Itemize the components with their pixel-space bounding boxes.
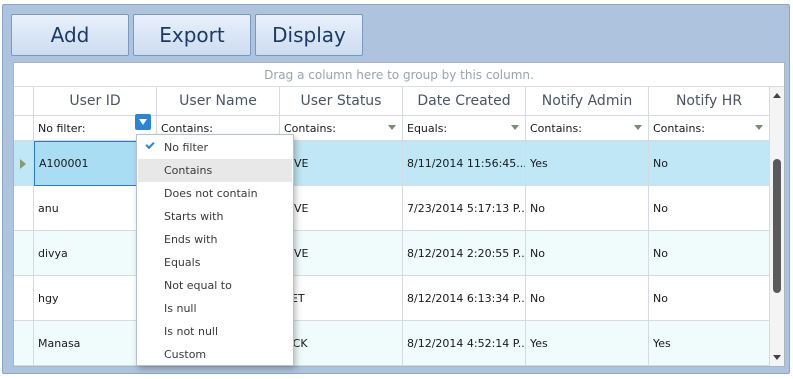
filter-option-is-null[interactable]: Is null (138, 297, 292, 320)
data-grid: Drag a column here to group by this colu… (13, 62, 785, 367)
filter-label: Contains: (161, 121, 213, 135)
filter-label: Contains: (653, 121, 705, 135)
row-indicator (14, 141, 34, 186)
cell-date-created[interactable]: 7/23/2014 5:17:13 P... (403, 186, 526, 231)
filter-funnel-icon[interactable] (388, 125, 396, 130)
cell-notify-admin[interactable]: No (526, 231, 649, 276)
row-indicator (14, 231, 34, 276)
group-by-panel[interactable]: Drag a column here to group by this colu… (14, 63, 784, 87)
filter-option-label: No filter (164, 141, 209, 154)
grid-window: Add Export Display Drag a column here to… (2, 4, 790, 374)
scrollbar-thumb[interactable] (773, 159, 781, 293)
checkmark-icon (145, 139, 155, 150)
scroll-up-arrow-icon[interactable] (773, 93, 781, 98)
cell-user-status[interactable]: OCK (280, 321, 403, 366)
column-header-user-name[interactable]: User Name (157, 87, 280, 116)
cell-notify-admin[interactable]: No (526, 276, 649, 321)
filter-option-not-equal-to[interactable]: Not equal to (138, 274, 292, 297)
export-button[interactable]: Export (133, 14, 251, 56)
header-indicator-cell (14, 87, 34, 116)
cell-date-created[interactable]: 8/12/2014 4:52:14 P... (403, 321, 526, 366)
filter-option-no-filter[interactable]: No filter (138, 136, 292, 159)
cell-date-created[interactable]: 8/12/2014 6:13:34 P... (403, 276, 526, 321)
cell-user-status[interactable]: TIVE (280, 231, 403, 276)
column-header-user-id[interactable]: User ID (34, 87, 157, 116)
cell-date-created[interactable]: 8/11/2014 11:56:45... (403, 141, 526, 186)
column-header-notify-admin[interactable]: Notify Admin (526, 87, 649, 116)
filter-dropdown-menu: No filter Contains Does not contain Star… (136, 134, 294, 366)
filter-indicator-cell (14, 116, 34, 141)
cell-notify-hr[interactable]: Yes (649, 321, 770, 366)
filter-funnel-icon[interactable] (634, 125, 642, 130)
row-indicator-arrow-icon (20, 159, 26, 169)
cell-notify-hr[interactable]: No (649, 231, 770, 276)
cell-notify-hr[interactable]: No (649, 186, 770, 231)
cell-date-created[interactable]: 8/12/2014 2:20:55 P... (403, 231, 526, 276)
row-indicator (14, 186, 34, 231)
cell-user-status[interactable]: SET (280, 276, 403, 321)
filter-option-starts-with[interactable]: Starts with (138, 205, 292, 228)
column-header-notify-hr[interactable]: Notify HR (649, 87, 770, 116)
filter-option-does-not-contain[interactable]: Does not contain (138, 182, 292, 205)
row-indicator (14, 321, 34, 366)
filter-cell-notify-admin[interactable]: Contains: (526, 116, 649, 141)
cell-notify-admin[interactable]: Yes (526, 141, 649, 186)
filter-funnel-icon[interactable] (135, 114, 151, 130)
filter-cell-notify-hr[interactable]: Contains: (649, 116, 770, 141)
scroll-down-arrow-icon[interactable] (773, 355, 781, 360)
cell-user-status[interactable]: TIVE (280, 141, 403, 186)
filter-option-equals[interactable]: Equals (138, 251, 292, 274)
filter-option-ends-with[interactable]: Ends with (138, 228, 292, 251)
cell-notify-hr[interactable]: No (649, 276, 770, 321)
column-header-user-status[interactable]: User Status (280, 87, 403, 116)
filter-cell-user-status[interactable]: Contains: (280, 116, 403, 141)
filter-option-contains[interactable]: Contains (138, 159, 292, 182)
cell-notify-admin[interactable]: Yes (526, 321, 649, 366)
display-button[interactable]: Display (255, 14, 363, 56)
cell-notify-admin[interactable]: No (526, 186, 649, 231)
filter-funnel-icon[interactable] (755, 125, 763, 130)
cell-notify-hr[interactable]: No (649, 141, 770, 186)
filter-funnel-icon[interactable] (511, 125, 519, 130)
filter-option-custom[interactable]: Custom (138, 343, 292, 366)
cell-user-status[interactable]: TIVE (280, 186, 403, 231)
filter-label: Contains: (284, 121, 336, 135)
filter-label: Contains: (530, 121, 582, 135)
filter-option-is-not-null[interactable]: Is not null (138, 320, 292, 343)
row-indicator (14, 276, 34, 321)
filter-cell-date-created[interactable]: Equals: (403, 116, 526, 141)
add-button[interactable]: Add (11, 14, 129, 56)
filter-label: No filter: (38, 121, 86, 135)
column-header-date-created[interactable]: Date Created (403, 87, 526, 116)
filter-label: Equals: (407, 121, 448, 135)
